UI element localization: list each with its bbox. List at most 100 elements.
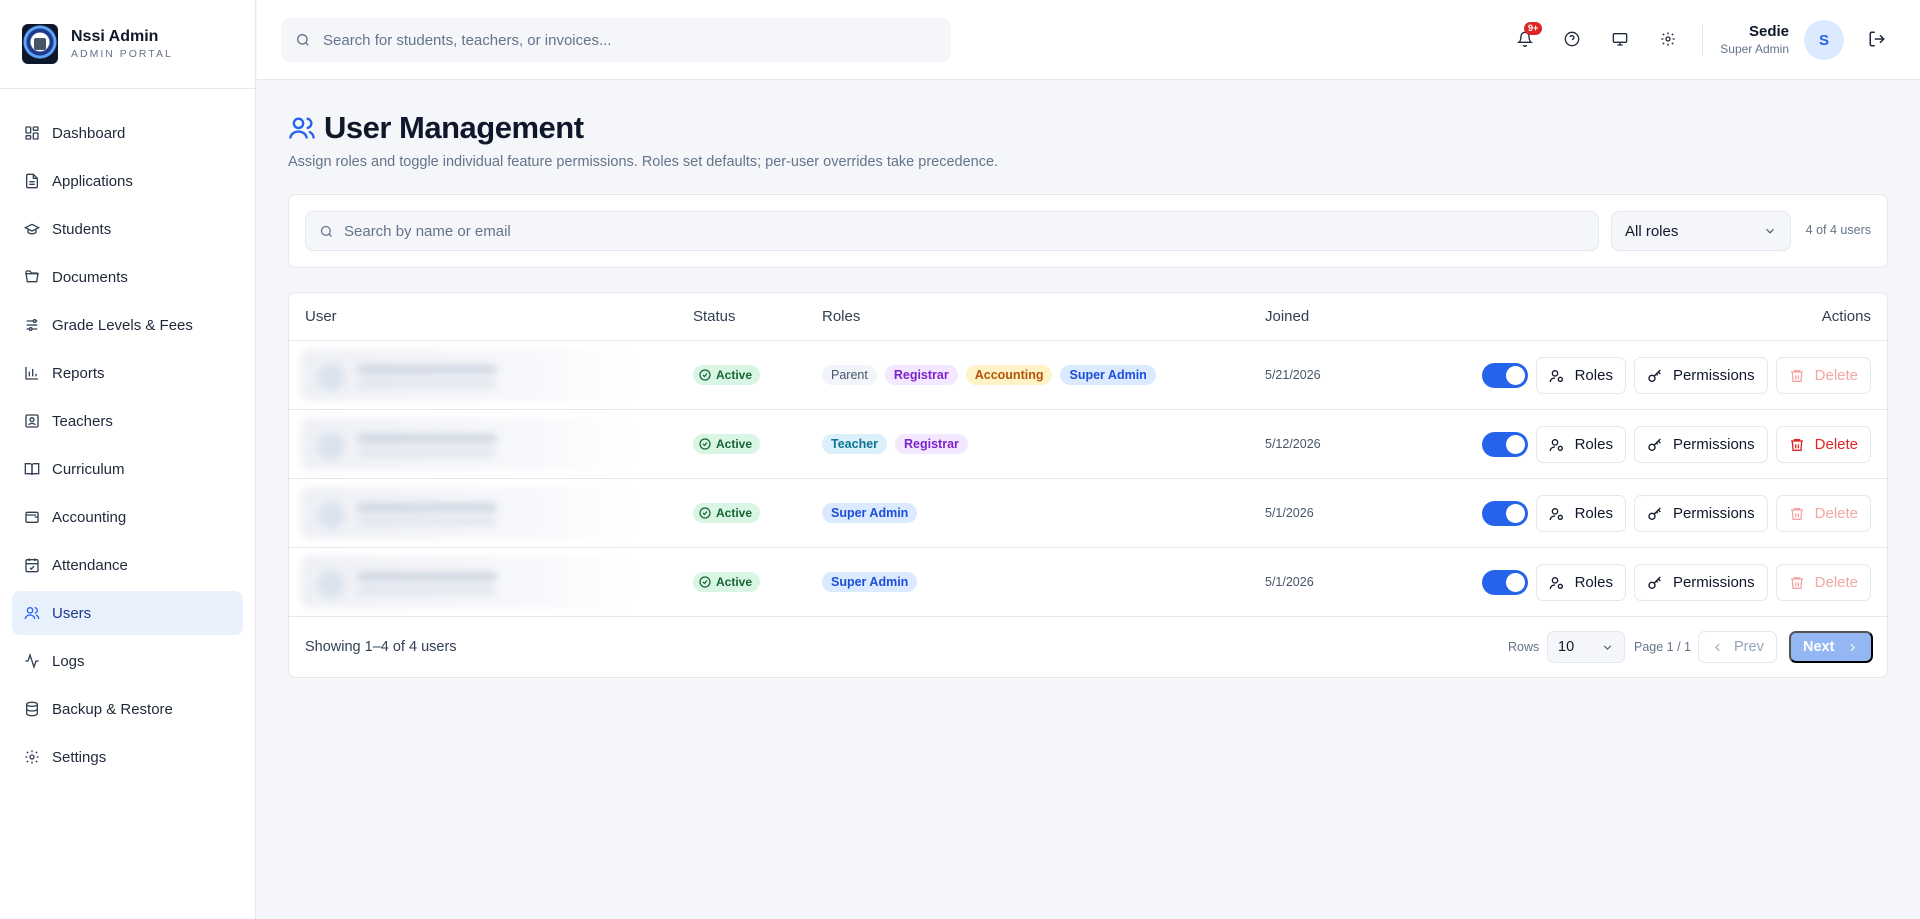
sidebar-item-teachers[interactable]: Teachers xyxy=(12,399,243,443)
sidebar-item-label: Documents xyxy=(52,268,128,286)
key-icon xyxy=(1648,369,1661,382)
avatar[interactable]: S xyxy=(1804,20,1844,60)
row-actions: Roles Permissions Delete xyxy=(1481,495,1871,532)
calendar-check-icon xyxy=(24,557,40,573)
help-button[interactable] xyxy=(1561,28,1583,50)
header-roles: Roles xyxy=(822,308,861,325)
check-circle-icon xyxy=(699,369,711,381)
check-circle-icon xyxy=(699,438,711,450)
brand-name: Nssi Admin xyxy=(71,28,159,45)
sidebar-item-backup-restore[interactable]: Backup & Restore xyxy=(12,687,243,731)
folder-open-icon xyxy=(24,269,40,285)
notifications-button[interactable]: 9+ xyxy=(1514,22,1543,50)
user-search-input[interactable] xyxy=(344,222,1544,240)
sidebar-item-label: Grade Levels & Fees xyxy=(52,316,193,334)
user-cog-icon xyxy=(1549,507,1563,520)
user-enabled-toggle[interactable] xyxy=(1481,570,1528,595)
sidebar-item-reports[interactable]: Reports xyxy=(12,351,243,395)
trash-icon xyxy=(1790,438,1803,451)
wallet-icon xyxy=(24,509,40,525)
sidebar-item-label: Reports xyxy=(52,364,105,382)
next-page-button[interactable]: Next xyxy=(1789,631,1874,663)
logout-icon xyxy=(1869,31,1885,47)
rows-per-page-select[interactable]: 10 xyxy=(1547,631,1625,663)
prev-page-button[interactable]: Prev xyxy=(1698,631,1777,663)
permissions-button[interactable]: Permissions xyxy=(1633,564,1768,601)
sidebar-item-label: Accounting xyxy=(52,508,127,526)
dashboard-icon xyxy=(24,125,40,141)
sidebar-item-curriculum[interactable]: Curriculum xyxy=(12,447,243,491)
table-row: Active Super Admin 5/1/2026 Roles Permis… xyxy=(289,548,1887,617)
bar-chart-icon xyxy=(24,365,40,381)
sliders-icon xyxy=(24,317,40,333)
user-cog-icon xyxy=(1549,438,1563,451)
user-cell-redacted xyxy=(301,349,631,401)
sidebar-item-students[interactable]: Students xyxy=(12,207,243,251)
sidebar-item-users[interactable]: Users xyxy=(12,591,243,635)
brand-subtitle: ADMIN PORTAL xyxy=(71,48,173,60)
roles-button[interactable]: Roles xyxy=(1535,564,1626,601)
delete-button[interactable]: Delete xyxy=(1775,426,1871,463)
sidebar-item-settings[interactable]: Settings xyxy=(12,735,243,779)
user-enabled-toggle[interactable] xyxy=(1481,432,1528,457)
sidebar-item-label: Students xyxy=(52,220,112,238)
check-circle-icon xyxy=(699,507,711,519)
user-enabled-toggle[interactable] xyxy=(1481,363,1528,388)
sidebar-item-logs[interactable]: Logs xyxy=(12,639,243,683)
sidebar-item-label: Attendance xyxy=(52,556,128,574)
display-button[interactable] xyxy=(1609,28,1631,50)
sidebar-item-documents[interactable]: Documents xyxy=(12,255,243,299)
role-filter-select[interactable]: All roles xyxy=(1611,211,1791,251)
joined-date: 5/1/2026 xyxy=(1265,506,1314,520)
joined-date: 5/21/2026 xyxy=(1265,368,1321,382)
user-enabled-toggle[interactable] xyxy=(1481,501,1528,526)
role-tag: Accounting xyxy=(965,365,1053,385)
roles-button[interactable]: Roles xyxy=(1535,495,1626,532)
topbar-divider xyxy=(1702,24,1703,56)
search-icon xyxy=(297,34,309,46)
sidebar-item-label: Backup & Restore xyxy=(52,700,173,718)
sidebar-item-applications[interactable]: Applications xyxy=(12,159,243,203)
sidebar-item-label: Users xyxy=(52,604,92,622)
topbar: 9+ Sedie Super Admin S xyxy=(257,0,1920,80)
global-search-input[interactable] xyxy=(323,31,923,49)
sidebar-item-accounting[interactable]: Accounting xyxy=(12,495,243,539)
roles-button[interactable]: Roles xyxy=(1535,426,1626,463)
brand: Nssi Admin ADMIN PORTAL xyxy=(0,0,255,89)
sidebar-item-dashboard[interactable]: Dashboard xyxy=(12,111,243,155)
role-tag: Super Admin xyxy=(822,572,918,592)
trash-icon xyxy=(1790,507,1803,520)
delete-button[interactable]: Delete xyxy=(1775,495,1871,532)
header-actions: Actions xyxy=(1821,308,1871,325)
sidebar-item-attendance[interactable]: Attendance xyxy=(12,543,243,587)
key-icon xyxy=(1648,438,1661,451)
global-search[interactable] xyxy=(281,18,951,62)
sidebar: Nssi Admin ADMIN PORTAL Dashboard Applic… xyxy=(0,0,256,919)
delete-button[interactable]: Delete xyxy=(1775,357,1871,394)
permissions-button[interactable]: Permissions xyxy=(1633,426,1768,463)
sidebar-item-grade-levels[interactable]: Grade Levels & Fees xyxy=(12,303,243,347)
status-badge: Active xyxy=(693,572,761,592)
user-cell-redacted xyxy=(301,556,631,608)
sidebar-item-label: Curriculum xyxy=(52,460,125,478)
permissions-button[interactable]: Permissions xyxy=(1633,357,1768,394)
trash-icon xyxy=(1790,576,1803,589)
delete-button[interactable]: Delete xyxy=(1775,564,1871,601)
joined-date: 5/12/2026 xyxy=(1265,437,1321,451)
user-search[interactable] xyxy=(305,211,1599,251)
key-icon xyxy=(1648,576,1661,589)
role-tag: Super Admin xyxy=(1060,365,1156,385)
graduation-cap-icon xyxy=(24,221,40,237)
table-row: Active Parent Registrar Accounting Super… xyxy=(289,341,1887,410)
role-tags: Super Admin xyxy=(822,572,918,592)
trash-icon xyxy=(1790,369,1803,382)
chevron-right-icon xyxy=(1850,643,1856,651)
logout-button[interactable] xyxy=(1868,30,1886,48)
key-icon xyxy=(1648,507,1661,520)
rows-per-page-value: 10 xyxy=(1558,639,1575,655)
permissions-button[interactable]: Permissions xyxy=(1633,495,1768,532)
chevron-left-icon xyxy=(1715,643,1720,651)
settings-button[interactable] xyxy=(1657,28,1679,50)
user-name: Sedie xyxy=(1748,23,1789,40)
roles-button[interactable]: Roles xyxy=(1535,357,1626,394)
